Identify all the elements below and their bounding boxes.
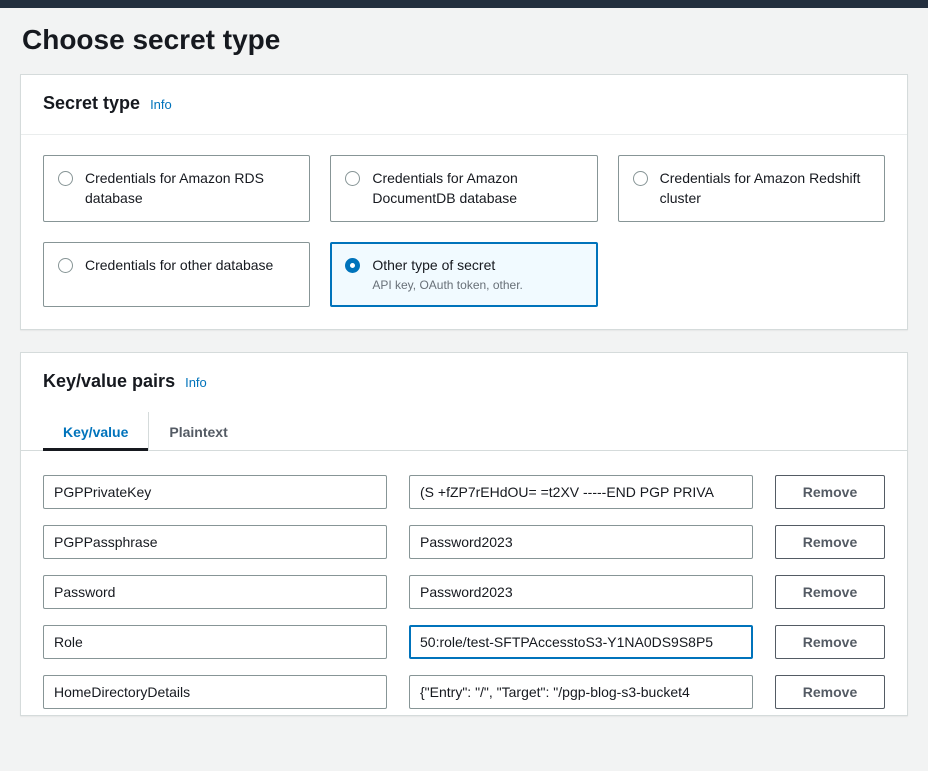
secret-type-title: Secret type [43,93,140,114]
radio-label: Credentials for other database [85,255,273,275]
kv-rows-container: Remove Remove Remove Remove Remove [21,451,907,715]
kv-row: Remove [43,575,885,609]
remove-button[interactable]: Remove [775,475,885,509]
kv-value-input[interactable] [409,525,753,559]
radio-sublabel: API key, OAuth token, other. [372,277,523,294]
kv-key-input[interactable] [43,625,387,659]
kv-row: Remove [43,675,885,709]
secret-type-option-2[interactable]: Credentials for Amazon Redshift cluster [618,155,885,222]
kv-key-input[interactable] [43,475,387,509]
page-container: Choose secret type Secret type Info Cred… [0,8,928,768]
remove-button[interactable]: Remove [775,525,885,559]
radio-icon [58,171,73,186]
tab-key-value[interactable]: Key/value [43,412,148,450]
radio-label: Credentials for Amazon RDS database [85,168,295,209]
secret-type-option-4[interactable]: Other type of secret API key, OAuth token… [330,242,597,307]
remove-button[interactable]: Remove [775,675,885,709]
radio-icon [633,171,648,186]
kv-row: Remove [43,475,885,509]
kv-value-input[interactable] [409,475,753,509]
secret-type-panel-header: Secret type Info [21,75,907,120]
kv-value-input[interactable] [409,575,753,609]
remove-button[interactable]: Remove [775,575,885,609]
radio-label: Other type of secret [372,255,523,275]
radio-text-wrap: Other type of secret API key, OAuth token… [372,255,523,294]
remove-button[interactable]: Remove [775,625,885,659]
kv-panel-header: Key/value pairs Info [21,353,907,398]
kv-row: Remove [43,625,885,659]
top-nav-bar [0,0,928,8]
secret-type-panel: Secret type Info Credentials for Amazon … [20,74,908,330]
radio-icon [345,171,360,186]
secret-type-option-3[interactable]: Credentials for other database [43,242,310,307]
secret-type-option-0[interactable]: Credentials for Amazon RDS database [43,155,310,222]
kv-tabs: Key/valuePlaintext [21,412,907,451]
kv-key-input[interactable] [43,675,387,709]
kv-panel-title: Key/value pairs [43,371,175,392]
kv-row: Remove [43,525,885,559]
radio-text-wrap: Credentials for Amazon Redshift cluster [660,168,870,209]
kv-value-input[interactable] [409,675,753,709]
secret-type-options: Credentials for Amazon RDS database Crede… [21,135,907,329]
radio-icon [345,258,360,273]
page-title: Choose secret type [22,24,908,56]
radio-label: Credentials for Amazon DocumentDB databa… [372,168,582,209]
key-value-panel: Key/value pairs Info Key/valuePlaintext … [20,352,908,716]
radio-text-wrap: Credentials for Amazon RDS database [85,168,295,209]
tab-plaintext[interactable]: Plaintext [148,412,247,450]
secret-type-info-link[interactable]: Info [150,97,172,112]
kv-info-link[interactable]: Info [185,375,207,390]
kv-key-input[interactable] [43,525,387,559]
secret-type-option-1[interactable]: Credentials for Amazon DocumentDB databa… [330,155,597,222]
radio-text-wrap: Credentials for Amazon DocumentDB databa… [372,168,582,209]
radio-icon [58,258,73,273]
radio-label: Credentials for Amazon Redshift cluster [660,168,870,209]
radio-text-wrap: Credentials for other database [85,255,273,275]
kv-key-input[interactable] [43,575,387,609]
kv-value-input[interactable] [409,625,753,659]
